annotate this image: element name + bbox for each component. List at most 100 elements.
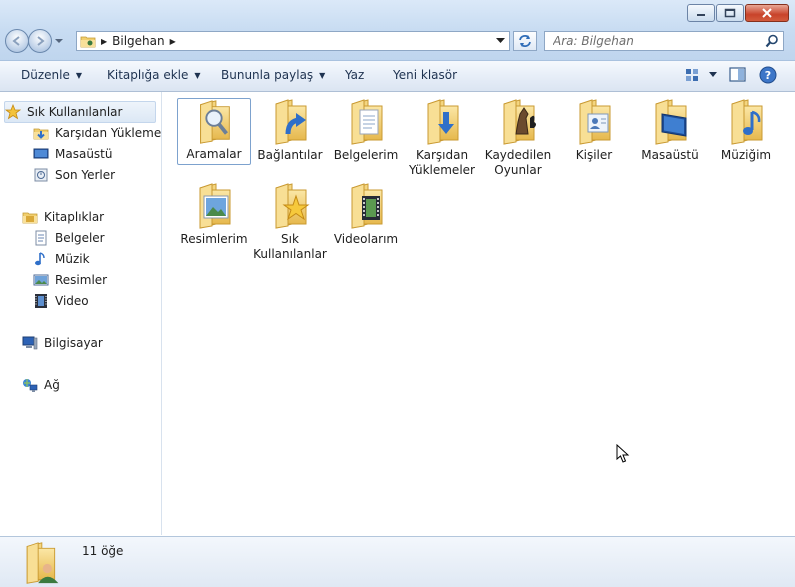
caption-buttons	[687, 4, 789, 22]
folder-videos[interactable]: Videolarım	[329, 182, 403, 247]
svg-text:?: ?	[765, 69, 771, 82]
desktop-folder-icon	[646, 98, 687, 146]
computer-icon	[22, 336, 38, 350]
breadcrumb-item[interactable]: Bilgehan	[112, 34, 164, 48]
nav-pictures[interactable]: Resimler	[33, 270, 107, 290]
search-input[interactable]	[545, 32, 763, 50]
nav-music[interactable]: Müzik	[33, 249, 90, 269]
details-pane: 11 öğe	[0, 536, 795, 587]
documents-icon	[35, 230, 47, 246]
nav-favorites[interactable]: Sık Kullanılanlar	[4, 101, 156, 123]
breadcrumb-separator-icon[interactable]: ▶	[170, 37, 176, 46]
desktop-icon	[33, 148, 49, 159]
back-arrow-icon	[12, 36, 20, 46]
folder-searches[interactable]: Aramalar	[177, 98, 251, 165]
search-icon[interactable]	[765, 34, 779, 48]
folder-desktop[interactable]: Masaüstü	[633, 98, 707, 163]
mouse-cursor-icon	[616, 444, 630, 463]
preview-pane-icon[interactable]	[729, 67, 747, 83]
user-folder-icon	[18, 541, 59, 585]
nav-network[interactable]: Ağ	[22, 375, 60, 395]
chevron-down-icon	[709, 72, 717, 77]
burn-button[interactable]: Yaz	[345, 68, 364, 82]
nav-favorites-label: Sık Kullanılanlar	[27, 105, 123, 119]
star-icon	[5, 104, 21, 120]
back-button[interactable]	[5, 29, 29, 53]
chevron-down-icon: ▼	[75, 70, 83, 80]
network-icon	[23, 379, 38, 392]
links-folder-icon	[266, 98, 314, 146]
nav-downloads[interactable]: Karşıdan Yüklemeler	[33, 123, 162, 143]
file-list: Aramalar Bağlantılar Belgelerim Karşıdan…	[162, 92, 795, 535]
include-library-label: Kitaplığa ekle	[107, 68, 189, 82]
nav-libraries-label: Kitaplıklar	[44, 210, 105, 224]
view-buttons: ?	[685, 66, 777, 84]
organize-menu[interactable]: Düzenle ▼	[21, 68, 82, 82]
refresh-button[interactable]	[513, 31, 537, 51]
organize-label: Düzenle	[21, 68, 70, 82]
downloads-icon	[33, 125, 49, 141]
chevron-down-icon: ▼	[194, 70, 201, 80]
title-bar: ▶ Bilgehan ▶	[0, 0, 795, 61]
share-with-menu[interactable]: Bununla paylaş ▼	[221, 68, 325, 82]
folder-label: Aramalar	[186, 147, 242, 161]
folder-music[interactable]: Müziğim	[709, 98, 783, 163]
share-label: Bununla paylaş	[221, 68, 314, 82]
user-folder-icon	[80, 33, 96, 49]
nav-documents[interactable]: Belgeler	[33, 228, 105, 248]
search-box	[544, 31, 784, 51]
navigation-buttons	[5, 29, 64, 53]
item-count: 11 öğe	[82, 544, 124, 558]
folder-contacts[interactable]: Kişiler	[557, 98, 631, 163]
nav-documents-label: Belgeler	[55, 231, 105, 245]
close-button[interactable]	[745, 4, 789, 22]
address-dropdown-icon[interactable]	[496, 38, 505, 44]
nav-libraries[interactable]: Kitaplıklar	[22, 207, 104, 227]
recent-places-icon	[34, 168, 48, 182]
video-icon	[35, 294, 47, 308]
nav-computer-label: Bilgisayar	[44, 336, 103, 350]
folder-links[interactable]: Bağlantılar	[253, 98, 327, 163]
folder-label: Kişiler	[575, 148, 613, 162]
folder-label: Belgelerim	[333, 148, 399, 162]
maximize-button[interactable]	[716, 4, 744, 22]
folder-label: Müziğim	[720, 148, 772, 162]
nav-videos[interactable]: Video	[33, 291, 89, 311]
nav-recent-label: Son Yerler	[55, 168, 116, 182]
minimize-button[interactable]	[687, 4, 715, 22]
folder-saved-games[interactable]: Kaydedilen Oyunlar	[481, 98, 555, 178]
include-in-library-menu[interactable]: Kitaplığa ekle ▼	[107, 68, 201, 82]
change-view-button[interactable]	[685, 68, 717, 82]
pictures-icon	[33, 274, 49, 286]
folder-label: Videolarım	[333, 232, 399, 246]
nav-recent-places[interactable]: Son Yerler	[33, 165, 115, 185]
nav-music-label: Müzik	[55, 252, 90, 266]
contacts-folder-icon	[570, 98, 618, 146]
nav-network-label: Ağ	[44, 378, 60, 392]
folder-label: Bağlantılar	[257, 148, 323, 162]
forward-arrow-icon	[37, 36, 45, 46]
nav-computer[interactable]: Bilgisayar	[22, 333, 103, 353]
searches-folder-icon	[190, 99, 238, 145]
new-folder-button[interactable]: Yeni klasör	[393, 68, 457, 82]
refresh-icon	[519, 35, 531, 47]
libraries-icon	[22, 209, 38, 225]
folder-pictures[interactable]: Resimlerim	[177, 182, 251, 247]
new-folder-label: Yeni klasör	[393, 68, 458, 82]
navigation-pane: Sık Kullanılanlar Karşıdan Yüklemeler Ma…	[0, 92, 162, 535]
recent-pages-button[interactable]	[54, 30, 64, 52]
folder-downloads[interactable]: Karşıdan Yüklemeler	[405, 98, 479, 178]
favorites-folder-icon	[266, 182, 310, 230]
nav-downloads-label: Karşıdan Yüklemeler	[55, 126, 162, 140]
help-icon[interactable]: ?	[759, 66, 777, 84]
folder-documents[interactable]: Belgelerim	[329, 98, 403, 163]
address-bar[interactable]: ▶ Bilgehan ▶	[76, 31, 510, 51]
nav-pictures-label: Resimler	[55, 273, 108, 287]
nav-desktop[interactable]: Masaüstü	[33, 144, 112, 164]
folder-favorites[interactable]: Sık Kullanılanlar	[253, 182, 327, 262]
forward-button[interactable]	[28, 29, 52, 53]
breadcrumb-separator-icon[interactable]: ▶	[101, 37, 107, 46]
minimize-icon	[697, 14, 705, 16]
close-icon	[762, 8, 772, 18]
nav-desktop-label: Masaüstü	[55, 147, 113, 161]
